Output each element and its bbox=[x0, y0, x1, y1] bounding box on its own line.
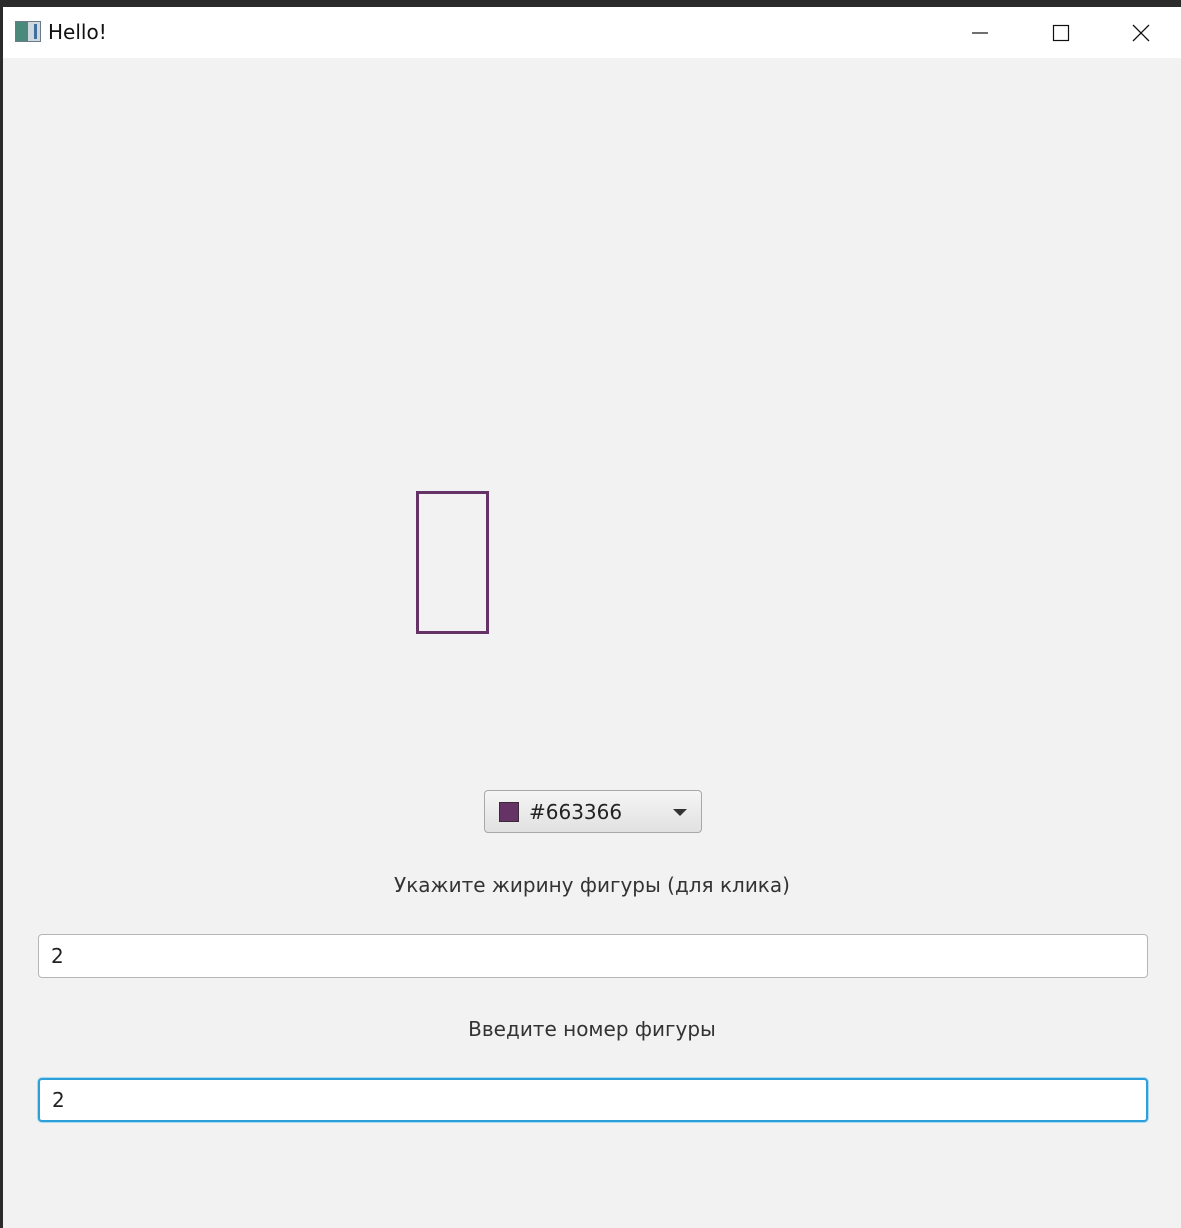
maximize-button[interactable] bbox=[1021, 7, 1101, 58]
color-picker[interactable]: #663366 bbox=[484, 790, 702, 833]
window-title: Hello! bbox=[48, 20, 107, 44]
title-bar: Hello! bbox=[3, 7, 1181, 58]
shape-number-label: Введите номер фигуры bbox=[468, 1017, 716, 1041]
stroke-width-label: Укажите жирину фигуры (для клика) bbox=[394, 873, 790, 897]
color-value: #663366 bbox=[529, 800, 623, 824]
rectangle-shape[interactable] bbox=[416, 491, 489, 634]
stroke-width-input[interactable] bbox=[38, 934, 1148, 978]
chevron-down-icon bbox=[673, 809, 687, 816]
close-button[interactable] bbox=[1101, 7, 1181, 58]
minimize-button[interactable] bbox=[940, 7, 1020, 58]
minimize-icon bbox=[972, 32, 988, 34]
shape-number-input[interactable] bbox=[38, 1078, 1148, 1122]
drawing-canvas[interactable] bbox=[3, 58, 1181, 778]
app-icon bbox=[15, 21, 41, 42]
close-icon bbox=[1132, 24, 1150, 42]
app-window: Hello! #663366 Укажите жирину фигуры (дл… bbox=[3, 7, 1181, 1228]
maximize-icon bbox=[1052, 24, 1070, 42]
color-swatch bbox=[499, 802, 519, 822]
